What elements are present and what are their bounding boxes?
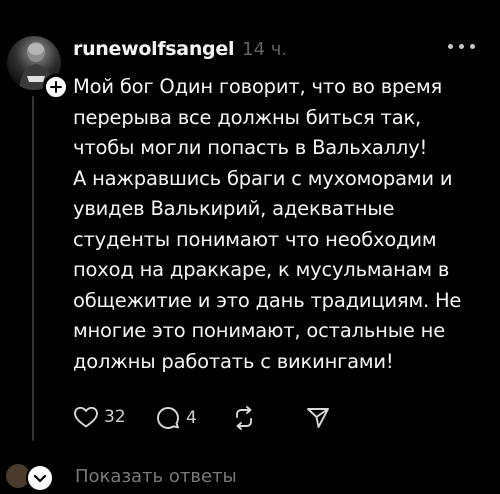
- send-icon: [307, 408, 329, 428]
- post-text-line: Мой бог Один говорит, что во время: [73, 75, 443, 98]
- post-text-line: студенты понимают что необходим: [73, 227, 437, 251]
- chevron-down-icon: [33, 474, 47, 483]
- author-avatar-group[interactable]: [7, 36, 69, 100]
- reply-avatar: [26, 464, 54, 492]
- thread-line: [32, 96, 34, 441]
- share-button[interactable]: [305, 405, 331, 431]
- post-text-line: увидев Валькирий, адекватные: [73, 197, 395, 220]
- thread-post: runewolfsangel 14 ч. Мой бог Один говори…: [0, 0, 500, 492]
- post-text-line: перерыва все должны биться так,: [73, 105, 422, 129]
- plus-icon: [50, 81, 62, 93]
- post-header: runewolfsangel 14 ч.: [73, 38, 287, 60]
- follow-button[interactable]: [43, 74, 69, 100]
- repost-icon: [236, 406, 252, 430]
- post-text-line: чтобы могли попасть в Вальхаллу!: [73, 136, 428, 159]
- post-text-line: А нажравшись браги с мухоморами и: [73, 166, 453, 190]
- comment-icon: [157, 407, 179, 429]
- post-text-line: общежитие и это дань традициям. Не: [73, 288, 462, 312]
- comment-count: 4: [186, 408, 197, 428]
- post-text: Мой бог Один говорит, что во время перер…: [73, 72, 488, 377]
- more-dots-icon[interactable]: [448, 44, 488, 56]
- like-button[interactable]: 32: [73, 405, 126, 429]
- heart-icon: [74, 406, 98, 428]
- timestamp: 14 ч.: [242, 39, 288, 60]
- username[interactable]: runewolfsangel: [73, 38, 234, 60]
- comment-button[interactable]: 4: [155, 405, 197, 431]
- repost-button[interactable]: [231, 405, 257, 431]
- post-text-line: поход на драккаре, к мусульманам в: [73, 258, 450, 281]
- like-count: 32: [104, 407, 126, 427]
- post-text-line: должны работать с викингами!: [73, 349, 394, 373]
- post-text-line: многие это понимают, остальные не: [73, 319, 446, 342]
